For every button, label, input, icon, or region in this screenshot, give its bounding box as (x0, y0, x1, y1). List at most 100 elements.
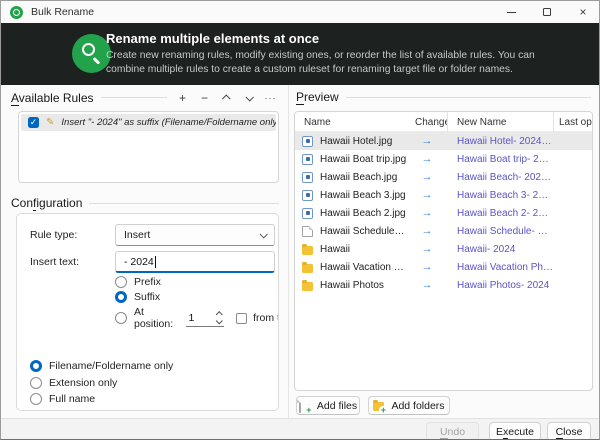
file-name: Hawaii Beach 2.jpg (320, 207, 406, 219)
radio-icon (115, 276, 127, 288)
insert-text-label: Insert text: (30, 256, 80, 268)
execute-button[interactable]: Execute (489, 422, 541, 439)
file-type-icon (302, 279, 313, 291)
maximize-icon (543, 8, 551, 16)
file-type-icon (302, 225, 313, 237)
rule-type-label: Rule type: (30, 229, 78, 241)
edit-rule-icon: ✎ (46, 117, 55, 128)
rule-list-item[interactable]: ✓ ✎ Insert "- 2024" as suffix (Filename/… (21, 114, 276, 131)
preview-label: Preview (296, 90, 339, 105)
new-file-name: Hawaii Photos- 2024 (457, 279, 550, 291)
scope-extension-radio[interactable]: Extension only (30, 377, 117, 389)
rules-list: ✓ ✎ Insert "- 2024" as suffix (Filename/… (18, 111, 279, 183)
column-change[interactable]: Change (407, 112, 447, 132)
close-window-button[interactable]: × (565, 1, 599, 23)
table-row[interactable]: Hawaii → Hawaii- 2024 (295, 240, 592, 258)
undo-button[interactable]: Undo (426, 422, 479, 439)
new-file-name: Hawaii Beach 3- 2024.jpg (457, 189, 553, 201)
stepper-up-icon[interactable] (215, 311, 223, 318)
close-icon: × (579, 5, 587, 19)
file-name: Hawaii Boat trip.jpg (320, 153, 407, 165)
rule-enabled-checkbox[interactable]: ✓ (28, 117, 39, 128)
preview-table: Name Change New Name Last op... Hawaii H… (294, 111, 593, 391)
banner-title: Rename multiple elements at once (106, 31, 320, 46)
change-arrow-icon: → (421, 189, 433, 201)
suffix-radio[interactable]: Suffix (115, 291, 160, 303)
table-row[interactable]: Hawaii Schedule.docx → Hawaii Schedule- … (295, 222, 592, 240)
minimize-button[interactable] (493, 1, 529, 23)
file-name: Hawaii (320, 243, 351, 255)
window-title: Bulk Rename (31, 6, 95, 18)
add-folders-button[interactable]: + Add folders (368, 396, 450, 415)
from-right-checkbox[interactable] (236, 312, 248, 324)
configuration-header: Configuration (11, 196, 279, 211)
column-last-operation[interactable]: Last op... (553, 112, 592, 132)
prefix-radio[interactable]: Prefix (115, 276, 161, 288)
change-arrow-icon: → (421, 171, 433, 183)
table-row[interactable]: Hawaii Beach 3.jpg → Hawaii Beach 3- 202… (295, 186, 592, 204)
file-type-icon (302, 261, 313, 273)
file-type-icon (302, 243, 313, 255)
position-stepper[interactable]: 1 (185, 309, 225, 327)
new-file-name: Hawaii Vacation Photos- 2024 (457, 261, 553, 273)
radio-icon (30, 377, 42, 389)
change-arrow-icon: → (421, 279, 433, 291)
table-row[interactable]: Hawaii Beach 2.jpg → Hawaii Beach 2- 202… (295, 204, 592, 222)
divider (89, 202, 279, 204)
add-folder-icon: + (373, 400, 388, 415)
insert-text-input[interactable]: - 2024 (115, 251, 275, 273)
change-arrow-icon: → (421, 153, 433, 165)
text-caret (154, 255, 156, 268)
table-row[interactable]: Hawaii Boat trip.jpg → Hawaii Boat trip-… (295, 150, 592, 168)
scope-filename-radio[interactable]: Filename/Foldername only (30, 360, 173, 372)
app-icon (10, 5, 23, 19)
insert-text-value: - 2024 (124, 255, 154, 268)
new-file-name: Hawaii Boat trip- 2024.jpg (457, 153, 553, 165)
file-type-icon (302, 153, 313, 165)
chevron-down-icon (259, 230, 268, 239)
column-new-name[interactable]: New Name (447, 112, 553, 132)
chevron-down-icon (244, 92, 254, 102)
plus-icon: + (178, 90, 186, 105)
add-file-icon: + (298, 399, 313, 415)
configuration-panel: Rule type: Insert Insert text: - 2024 Pr… (16, 213, 279, 411)
rule-type-dropdown[interactable]: Insert (115, 224, 275, 246)
change-arrow-icon: → (421, 243, 433, 255)
header-banner: Rename multiple elements at once Create … (1, 23, 599, 85)
change-arrow-icon: → (421, 261, 433, 273)
file-name: Hawaii Beach.jpg (320, 171, 398, 183)
move-rule-up-button[interactable] (218, 90, 235, 105)
stepper-down-icon[interactable] (215, 317, 223, 324)
change-arrow-icon: → (421, 135, 433, 147)
preview-rows: Hawaii Hotel.jpg → Hawaii Hotel- 2024.jp… (295, 132, 592, 294)
table-row[interactable]: Hawaii Beach.jpg → Hawaii Beach- 2024.jp… (295, 168, 592, 186)
radio-icon (30, 393, 42, 405)
at-position-radio[interactable]: At position: 1 from the right (115, 306, 278, 330)
file-type-icon (302, 135, 313, 147)
move-rule-down-button[interactable] (240, 90, 257, 105)
file-type-icon (302, 171, 313, 183)
pane-divider (288, 85, 289, 418)
position-value: 1 (188, 311, 195, 324)
add-files-button[interactable]: + Add files (296, 396, 360, 415)
maximize-button[interactable] (529, 1, 565, 23)
remove-rule-button[interactable]: − (196, 90, 213, 105)
table-row[interactable]: Hawaii Photos → Hawaii Photos- 2024 (295, 276, 592, 294)
scope-fullname-radio[interactable]: Full name (30, 393, 95, 405)
available-rules-header: Available Rules + − ··· (11, 90, 279, 106)
footer-bar: Undo Execute Close (1, 418, 599, 439)
more-options-button[interactable]: ··· (262, 90, 279, 105)
file-name: Hawaii Schedule.docx (320, 225, 407, 237)
chevron-up-icon (221, 93, 231, 103)
add-rule-button[interactable]: + (174, 90, 191, 105)
new-file-name: Hawaii Beach- 2024.jpg (457, 171, 553, 183)
table-row[interactable]: Hawaii Vacation Photos → Hawaii Vacation… (295, 258, 592, 276)
change-arrow-icon: → (421, 225, 433, 237)
column-name[interactable]: Name (295, 112, 407, 132)
table-header-row: Name Change New Name Last op... (295, 112, 592, 132)
change-arrow-icon: → (421, 207, 433, 219)
minimize-icon (506, 11, 516, 13)
available-rules-label: Available Rules (11, 90, 94, 106)
close-button[interactable]: Close (547, 422, 591, 439)
table-row[interactable]: Hawaii Hotel.jpg → Hawaii Hotel- 2024.jp… (295, 132, 592, 150)
